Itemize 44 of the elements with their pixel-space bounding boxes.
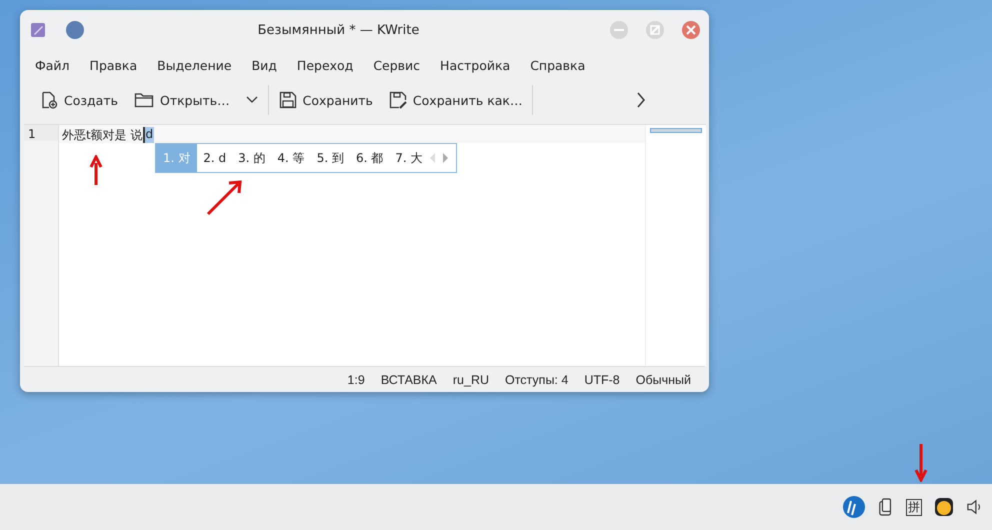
menu-item[interactable]: Выделение	[147, 58, 242, 72]
arrow-drawing	[914, 442, 928, 482]
candidate-item[interactable]: 7. 大	[389, 144, 428, 172]
toolbar-button[interactable]: Сохранить как…	[380, 87, 530, 113]
toolbar-button[interactable]: Создать	[32, 87, 126, 113]
candidate-item[interactable]: 4. 等	[271, 144, 311, 172]
input-method-indicator[interactable]: 拼	[906, 498, 922, 516]
candidate-item[interactable]: 2. d	[197, 144, 232, 172]
text-line: 外恶t额对是 说	[62, 127, 143, 143]
new-file-icon	[40, 91, 58, 109]
status-item[interactable]: ВСТАВКА	[372, 372, 445, 386]
menu-item[interactable]: Справка	[520, 58, 596, 72]
app-icon	[30, 22, 46, 38]
toolbar-button[interactable]: Сохранить	[270, 87, 381, 113]
chevron-right-icon[interactable]	[636, 92, 646, 108]
close-icon[interactable]	[681, 20, 701, 40]
pin-icon[interactable]	[66, 21, 84, 39]
menu-item[interactable]: Настройка	[430, 58, 520, 72]
logo-icon[interactable]	[842, 495, 866, 519]
status-item[interactable]: ru_RU	[444, 372, 497, 386]
arrow-drawing	[89, 155, 103, 187]
menu-item[interactable]: Файл	[25, 58, 80, 72]
clipboard-icon[interactable]	[878, 498, 894, 516]
preedit-text: d	[142, 127, 154, 143]
window-title: Безымянный * — KWrite	[256, 22, 420, 38]
folder-icon	[134, 91, 154, 109]
chevron-down-icon[interactable]	[246, 96, 258, 104]
candidate-item[interactable]: 5. 到	[310, 144, 350, 172]
menu-item[interactable]: Переход	[286, 58, 364, 72]
status-item[interactable]: UTF-8	[576, 372, 628, 386]
menu-item[interactable]: Вид	[242, 58, 287, 72]
floppy-disk-pencil-icon	[388, 91, 407, 109]
candidate-item[interactable]: 3. 的	[232, 144, 272, 172]
candidate-item[interactable]: 6. 都	[350, 144, 390, 172]
status-item[interactable]: Отступы: 4	[497, 372, 576, 386]
status-item[interactable]: Обычный	[628, 372, 699, 386]
menu-item[interactable]: Правка	[80, 58, 148, 72]
menu-item[interactable]: Сервис	[363, 58, 430, 72]
status-light-icon[interactable]	[934, 497, 954, 517]
line-number: 1	[24, 125, 58, 141]
status-item[interactable]: 1:9	[339, 372, 373, 386]
minimap-marker	[650, 128, 702, 133]
toolbar-button[interactable]: Открыть…	[126, 87, 266, 113]
text-area[interactable]: 外恶t额对是 说 d 1. 对 2. d 3. 的 4. 等 5. 到 6. 都 7. 大	[59, 125, 645, 366]
